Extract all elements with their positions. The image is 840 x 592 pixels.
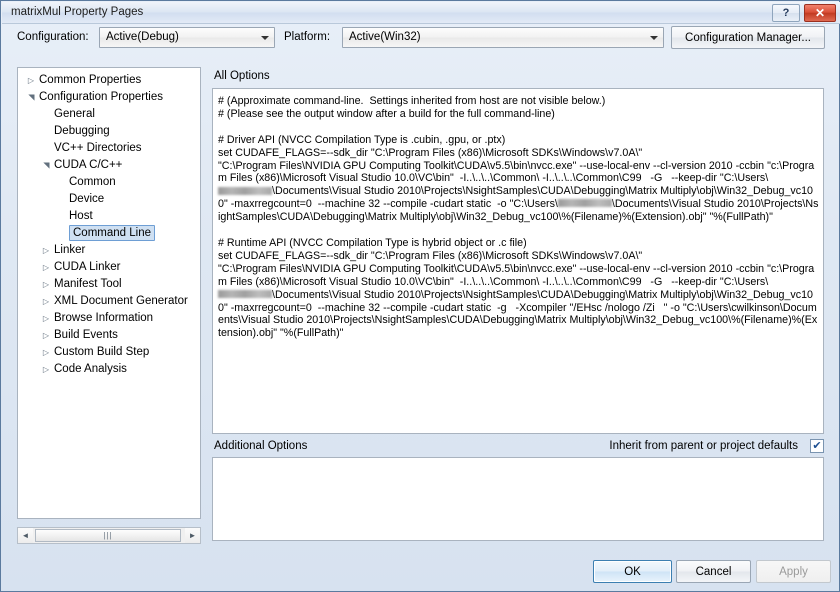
platform-value: Active(Win32)	[349, 31, 421, 43]
tree-item-xml-document-generator[interactable]: ▷XML Document Generator	[18, 293, 200, 310]
tree-expand-arrow-right-icon[interactable]: ▷	[24, 72, 38, 89]
all-options-textbox[interactable]: # (Approximate command-line. Settings in…	[212, 88, 824, 434]
properties-tree[interactable]: ▷Common Properties◢Configuration Propert…	[17, 67, 201, 519]
tree-item-label: Common	[69, 174, 116, 191]
tree-expand-arrow-right-icon[interactable]: ▷	[39, 361, 53, 378]
tree-item-label: Configuration Properties	[39, 89, 163, 106]
scroll-left-icon[interactable]: ◄	[18, 528, 33, 543]
inherit-defaults-label: Inherit from parent or project defaults	[609, 440, 798, 452]
command-line-segment-3: \Documents\Visual Studio 2010\Projects\N…	[218, 198, 818, 287]
tree-item-custom-build-step[interactable]: ▷Custom Build Step	[18, 344, 200, 361]
platform-select[interactable]: Active(Win32)	[342, 27, 664, 48]
additional-options-label: Additional Options	[214, 440, 307, 452]
apply-button[interactable]: Apply	[756, 560, 831, 583]
tree-expand-arrow-right-icon[interactable]: ▷	[39, 293, 53, 310]
tree-item-label: VC++ Directories	[54, 140, 142, 157]
redacted-username	[218, 290, 272, 298]
chevron-down-icon[interactable]	[256, 29, 273, 46]
platform-label: Platform:	[284, 31, 330, 43]
tree-item-common[interactable]: Common	[18, 174, 200, 191]
tree-item-label: Code Analysis	[54, 361, 127, 378]
additional-options-value	[213, 458, 823, 466]
tree-expand-arrow-right-icon[interactable]: ▷	[39, 344, 53, 361]
tree-item-command-line[interactable]: Command Line	[18, 225, 200, 242]
tree-item-label: Custom Build Step	[54, 344, 149, 361]
command-line-segment-4: \Documents\Visual Studio 2010\Projects\N…	[218, 289, 817, 340]
tree-item-label: CUDA C/C++	[54, 157, 122, 174]
command-line-segment-1: # (Approximate command-line. Settings in…	[218, 95, 814, 184]
scroll-right-icon[interactable]: ►	[185, 528, 200, 543]
tree-item-cuda-linker[interactable]: ▷CUDA Linker	[18, 259, 200, 276]
tree-item-cuda-c-c[interactable]: ◢CUDA C/C++	[18, 157, 200, 174]
tree-item-browse-information[interactable]: ▷Browse Information	[18, 310, 200, 327]
inherit-defaults-checkbox[interactable]: ✔	[810, 439, 824, 453]
additional-options-textbox[interactable]	[212, 457, 824, 541]
configuration-select[interactable]: Active(Debug)	[99, 27, 275, 48]
tree-item-configuration-properties[interactable]: ◢Configuration Properties	[18, 89, 200, 106]
tree-item-linker[interactable]: ▷Linker	[18, 242, 200, 259]
chevron-down-icon[interactable]	[645, 29, 662, 46]
window-title: matrixMul Property Pages	[11, 6, 143, 18]
tree-expand-arrow-down-icon[interactable]: ◢	[38, 159, 55, 173]
tree-item-device[interactable]: Device	[18, 191, 200, 208]
additional-options-bar: Additional Options Inherit from parent o…	[212, 439, 824, 456]
tree-item-manifest-tool[interactable]: ▷Manifest Tool	[18, 276, 200, 293]
tree-item-debugging[interactable]: Debugging	[18, 123, 200, 140]
tree-item-label: Linker	[54, 242, 85, 259]
configuration-value: Active(Debug)	[106, 31, 179, 43]
configuration-manager-button[interactable]: Configuration Manager...	[671, 26, 825, 49]
title-bar: matrixMul Property Pages ? ✕	[2, 2, 840, 24]
tree-item-label: XML Document Generator	[54, 293, 188, 310]
tree-item-label: Manifest Tool	[54, 276, 122, 293]
ok-button[interactable]: OK	[593, 560, 672, 583]
tree-expand-arrow-right-icon[interactable]: ▷	[39, 242, 53, 259]
cancel-button[interactable]: Cancel	[676, 560, 751, 583]
configuration-toolbar: Configuration: Active(Debug) Platform: A…	[1, 24, 840, 56]
close-icon[interactable]: ✕	[804, 4, 836, 22]
tree-item-label: Common Properties	[39, 72, 141, 89]
help-button[interactable]: ?	[772, 4, 800, 22]
tree-item-label: Host	[69, 208, 93, 225]
tree-item-general[interactable]: General	[18, 106, 200, 123]
redacted-username	[558, 199, 612, 207]
tree-expand-arrow-right-icon[interactable]: ▷	[39, 259, 53, 276]
tree-expand-arrow-right-icon[interactable]: ▷	[39, 276, 53, 293]
scrollbar-thumb[interactable]: |||	[35, 529, 181, 542]
property-pages-dialog: matrixMul Property Pages ? ✕ Configurati…	[0, 0, 840, 592]
tree-item-code-analysis[interactable]: ▷Code Analysis	[18, 361, 200, 378]
redacted-username	[218, 187, 272, 195]
all-options-label: All Options	[214, 70, 270, 82]
tree-item-host[interactable]: Host	[18, 208, 200, 225]
tree-item-label: Build Events	[54, 327, 118, 344]
tree-item-label: Command Line	[69, 225, 155, 241]
tree-horizontal-scrollbar[interactable]: ◄ ||| ►	[17, 527, 201, 544]
configuration-label: Configuration:	[17, 31, 89, 43]
tree-item-vc-directories[interactable]: VC++ Directories	[18, 140, 200, 157]
tree-item-label: General	[54, 106, 95, 123]
all-options-text: # (Approximate command-line. Settings in…	[218, 95, 819, 340]
tree-item-label: Browse Information	[54, 310, 153, 327]
tree-item-label: CUDA Linker	[54, 259, 120, 276]
tree-expand-arrow-down-icon[interactable]: ◢	[23, 91, 40, 105]
tree-expand-arrow-right-icon[interactable]: ▷	[39, 327, 53, 344]
tree-expand-arrow-right-icon[interactable]: ▷	[39, 310, 53, 327]
tree-item-build-events[interactable]: ▷Build Events	[18, 327, 200, 344]
tree-item-label: Debugging	[54, 123, 110, 140]
tree-item-common-properties[interactable]: ▷Common Properties	[18, 72, 200, 89]
tree-item-label: Device	[69, 191, 104, 208]
